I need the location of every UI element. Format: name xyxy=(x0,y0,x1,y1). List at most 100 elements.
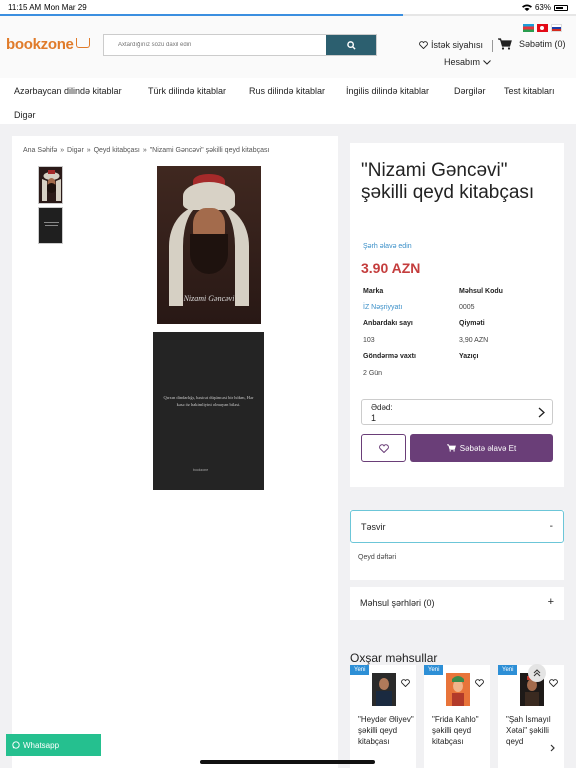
image-caption: Nizami Gəncəvi xyxy=(183,294,235,303)
account-menu[interactable]: Hesabım xyxy=(444,57,491,67)
product-card[interactable]: Yeni "Heydər Əliyev" şəkilli qeyd kitabç… xyxy=(350,665,416,768)
description-body: Qeyd dəftəri xyxy=(358,554,397,561)
quantity-label: Ədəd: xyxy=(371,403,393,412)
breadcrumb-home[interactable]: Ana Səhifə xyxy=(23,147,57,154)
add-review-link[interactable]: Şərh əlavə edin xyxy=(363,243,412,250)
heart-icon xyxy=(419,41,428,49)
heart-icon xyxy=(378,443,389,453)
spec-value-code: 0005 xyxy=(459,304,475,311)
nav-item-magazines[interactable]: Dərgilər xyxy=(454,86,486,96)
status-right: 63% xyxy=(521,3,568,12)
breadcrumb-notebook[interactable]: Qeyd kitabçası xyxy=(94,147,140,154)
nav-item-azerbaijani-books[interactable]: Azərbaycan dilində kitablar xyxy=(14,86,122,96)
flag-az-icon[interactable] xyxy=(523,24,534,32)
carousel-next-button[interactable] xyxy=(544,740,560,756)
collapse-icon: - xyxy=(549,521,553,532)
nav-item-turkish-books[interactable]: Türk dilində kitablar xyxy=(148,86,226,96)
new-badge: Yeni xyxy=(424,665,444,675)
quantity-value: 1 xyxy=(371,413,377,423)
spec-value-stock: 103 xyxy=(363,337,375,344)
chevron-right-icon xyxy=(550,744,555,752)
search-input[interactable] xyxy=(104,35,326,55)
search-button[interactable] xyxy=(326,35,376,55)
spec-label-shipping: Göndərmə vaxtı xyxy=(363,353,416,360)
add-to-cart-label: Səbətə əlavə Et xyxy=(459,443,517,453)
portrait-turban xyxy=(183,182,235,210)
heart-icon[interactable] xyxy=(475,679,484,687)
nav-item-english-books[interactable]: İngilis dilində kitablar xyxy=(346,86,429,96)
cart-label: Səbətim (0) xyxy=(519,39,566,49)
image-quote: Qırxın dindarlığı, bəsirət düşüncəsi bir… xyxy=(163,395,254,407)
product-image-back: Qırxın dindarlığı, bəsirət düşüncəsi bir… xyxy=(153,332,264,490)
reviews-accordion[interactable]: Məhsul şərhləri (0) + xyxy=(350,587,564,620)
book-cover-frida xyxy=(446,673,470,706)
cart-icon xyxy=(446,444,456,452)
portrait-beard xyxy=(190,234,228,274)
wifi-icon xyxy=(521,4,532,11)
portrait-thumbnail-icon xyxy=(42,170,61,201)
wishlist-link[interactable]: İstək siyahısı xyxy=(419,40,483,50)
whatsapp-button[interactable]: Whatsapp xyxy=(6,734,101,756)
quantity-selector[interactable]: Ədəd: 1 xyxy=(361,399,553,425)
search-icon xyxy=(346,40,356,50)
description-accordion: Təsvir - Qeyd dəftəri xyxy=(350,510,564,580)
spec-label-price: Qiyməti xyxy=(459,320,485,327)
double-chevron-up-icon xyxy=(533,669,541,677)
account-label: Hesabım xyxy=(444,57,481,67)
spec-label-code: Məhsul Kodu xyxy=(459,288,503,295)
spec-label-stock: Anbardakı sayı xyxy=(363,320,413,327)
expand-icon: + xyxy=(547,596,554,608)
header-divider xyxy=(492,40,493,52)
heart-icon[interactable] xyxy=(549,679,558,687)
portrait-cover-icon xyxy=(452,676,464,706)
battery-icon xyxy=(554,4,568,11)
logo-text: bookzone xyxy=(6,36,74,53)
battery-percent: 63% xyxy=(534,3,551,12)
heart-icon[interactable] xyxy=(401,679,410,687)
text-page-thumbnail-icon xyxy=(44,222,59,226)
thumbnail-back[interactable] xyxy=(38,207,63,244)
whatsapp-icon xyxy=(12,741,20,749)
chevron-right-icon xyxy=(538,407,545,418)
book-logo-icon xyxy=(75,38,90,48)
add-to-cart-button[interactable]: Səbətə əlavə Et xyxy=(410,434,553,462)
language-switcher xyxy=(523,24,562,32)
product-card-title: "Frida Kahlo" şəkilli qeyd kitabçası xyxy=(432,715,479,746)
flag-ru-icon[interactable] xyxy=(551,24,562,32)
product-image-front: Nizami Gəncəvi xyxy=(157,166,261,324)
add-to-wishlist-button[interactable] xyxy=(361,434,406,462)
status-date: Mon Mar 29 xyxy=(44,3,87,12)
status-time: 11:15 AM xyxy=(8,3,42,12)
site-header: bookzone İstək siyahısı Səbətim (0) Hesa… xyxy=(0,16,576,78)
thumbnail-cover[interactable] xyxy=(38,166,63,204)
whatsapp-label: Whatsapp xyxy=(23,740,60,750)
cart-icon xyxy=(498,38,512,50)
search-box xyxy=(103,34,377,56)
cart-link[interactable]: Səbətim (0) xyxy=(498,38,566,50)
flag-tr-icon[interactable] xyxy=(537,24,548,32)
breadcrumb: Ana Səhifə » Digər » Qeyd kitabçası » "N… xyxy=(23,147,270,154)
spec-label-brand: Marka xyxy=(363,288,384,295)
description-header[interactable]: Təsvir - xyxy=(350,510,564,543)
chevron-down-icon xyxy=(483,59,491,65)
wishlist-label: İstək siyahısı xyxy=(431,40,484,50)
spec-value-price: 3,90 AZN xyxy=(459,337,489,344)
nav-item-russian-books[interactable]: Rus dilində kitablar xyxy=(249,86,325,96)
home-indicator[interactable] xyxy=(200,760,375,764)
book-cover-heydar xyxy=(372,673,396,706)
product-card-title: "Heydər Əliyev" şəkilli qeyd kitabçası xyxy=(358,715,414,746)
breadcrumb-current: "Nizami Gəncəvi" şəkilli qeyd kitabçası xyxy=(149,147,270,154)
spec-value-brand[interactable]: İZ Nəşriyyatı xyxy=(363,304,402,311)
scroll-to-top-button[interactable] xyxy=(528,664,546,682)
product-card[interactable]: Yeni "Frida Kahlo" şəkilli qeyd kitabças… xyxy=(424,665,490,768)
status-bar: 11:15 AM Mon Mar 29 63% xyxy=(0,0,576,14)
new-badge: Yeni xyxy=(350,665,370,675)
breadcrumb-other[interactable]: Digər xyxy=(67,147,84,154)
bookzone-logo[interactable]: bookzone xyxy=(6,36,90,53)
nav-item-other[interactable]: Digər xyxy=(14,110,36,120)
description-title: Təsvir xyxy=(361,522,386,532)
nav-item-test-books[interactable]: Test kitabları xyxy=(504,86,555,96)
product-title: "Nizami Gəncəvi" şəkilli qeyd kitabçası xyxy=(361,160,535,203)
product-price: 3.90 AZN xyxy=(361,260,421,276)
image-brand: bookzone xyxy=(193,468,209,472)
